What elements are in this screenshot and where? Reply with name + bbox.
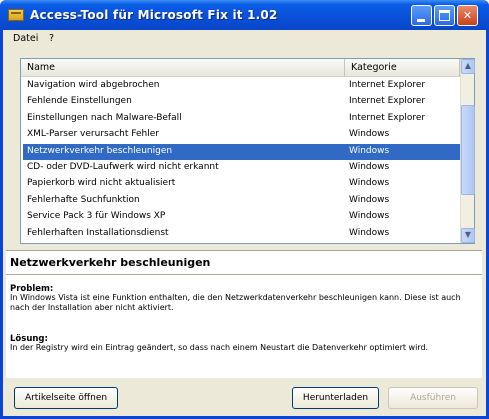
row-category: Internet Explorer xyxy=(349,96,426,107)
row-name: CD- oder DVD-Laufwerk wird nicht erkannt xyxy=(27,162,219,172)
row-name: Fehlende Einstellungen xyxy=(27,96,132,107)
column-header-name[interactable]: Name xyxy=(21,59,345,77)
row-category: Windows xyxy=(349,211,390,222)
list-row[interactable]: Navigation wird abgebrochen Internet Expl… xyxy=(23,78,460,94)
row-category: Windows xyxy=(349,178,390,189)
minimize-button[interactable] xyxy=(411,5,432,26)
fix-list[interactable]: Name Kategorie Navigation wird abgebroch… xyxy=(20,58,475,244)
maximize-button[interactable] xyxy=(434,5,455,26)
row-name: Papierkorb wird nicht aktualisiert xyxy=(27,178,176,189)
row-name: Netzwerkverkehr beschleunigen xyxy=(27,145,173,156)
minimize-icon xyxy=(417,19,425,22)
list-header: Name Kategorie xyxy=(21,59,460,77)
list-row[interactable]: Netzwerkverkehr beschleunigen Windows xyxy=(23,143,460,160)
app-icon xyxy=(8,9,24,21)
list-row[interactable]: Papierkorb wird nicht aktualisiert Window… xyxy=(23,176,460,192)
list-body: Navigation wird abgebrochen Internet Expl… xyxy=(21,78,460,243)
detail-title: Netzwerkverkehr beschleunigen xyxy=(10,256,211,269)
row-category: Windows xyxy=(349,129,390,140)
close-icon: ✕ xyxy=(462,9,473,22)
scroll-thumb[interactable] xyxy=(461,105,475,195)
app-window: Access-Tool für Microsoft Fix it 1.02 ✕ … xyxy=(0,0,489,419)
row-name: Einstellungen nach Malware-Befall xyxy=(27,112,182,123)
row-category: Internet Explorer xyxy=(349,112,426,123)
detail-divider xyxy=(6,274,482,275)
scroll-up-button[interactable]: ▲ xyxy=(461,59,475,74)
menu-help[interactable]: ? xyxy=(49,33,54,44)
row-name: Service Pack 3 für Windows XP xyxy=(27,211,166,222)
open-article-button[interactable]: Artikelseite öffnen xyxy=(14,387,118,409)
list-row[interactable]: Fehlende Einstellungen Internet Explorer xyxy=(23,94,460,110)
maximize-icon xyxy=(439,10,450,21)
detail-panel: Netzwerkverkehr beschleunigen Problem: I… xyxy=(6,250,482,378)
row-name: Fehlerhafte Suchfunktion xyxy=(27,194,140,205)
list-row[interactable]: Service Pack 3 für Windows XP Windows xyxy=(23,209,460,225)
list-row[interactable]: Fehlerhaften Installationsdienst Windows xyxy=(23,226,460,242)
list-row[interactable]: Fehlerhafte Suchfunktion Windows xyxy=(23,193,460,209)
vertical-scrollbar[interactable]: ▲ ▼ xyxy=(460,59,475,243)
column-header-category[interactable]: Kategorie xyxy=(345,59,460,77)
run-button[interactable]: Ausführen xyxy=(388,387,478,409)
row-category: Windows xyxy=(349,162,390,172)
row-category: Windows xyxy=(349,145,390,156)
row-name: Navigation wird abgebrochen xyxy=(27,80,160,90)
row-name: Fehlerhaften Installationsdienst xyxy=(27,227,169,238)
row-category: Windows xyxy=(349,227,390,238)
window-title: Access-Tool für Microsoft Fix it 1.02 xyxy=(30,8,278,22)
scroll-down-button[interactable]: ▼ xyxy=(461,228,475,243)
close-button[interactable]: ✕ xyxy=(457,5,478,26)
list-row[interactable]: Einstellungen nach Malware-Befall Interne… xyxy=(23,111,460,127)
list-row[interactable]: XML-Parser verursacht Fehler Windows xyxy=(23,127,460,143)
row-name: XML-Parser verursacht Fehler xyxy=(27,129,159,140)
menu-bar: Datei ? xyxy=(3,30,486,48)
row-category: Windows xyxy=(349,194,390,205)
problem-text: In Windows Vista ist eine Funktion entha… xyxy=(10,293,461,312)
solution-text: In der Registry wird ein Eintrag geänder… xyxy=(10,343,429,352)
list-row[interactable]: CD- oder DVD-Laufwerk wird nicht erkannt… xyxy=(23,160,460,176)
title-bar[interactable]: Access-Tool für Microsoft Fix it 1.02 ✕ xyxy=(0,0,489,30)
menu-datei[interactable]: Datei xyxy=(13,33,38,44)
row-category: Internet Explorer xyxy=(349,80,426,90)
download-button[interactable]: Herunterladen xyxy=(292,387,379,409)
